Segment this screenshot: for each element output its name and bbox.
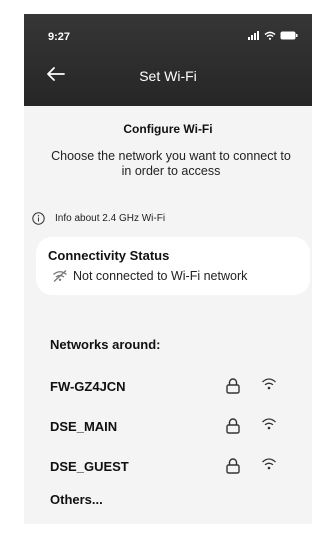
signal-icon (248, 31, 259, 40)
wifi-icon (262, 458, 276, 470)
connectivity-status: Not connected to Wi-Fi network (52, 269, 247, 283)
network-item[interactable]: DSE_GUEST (24, 452, 312, 482)
network-name: DSE_GUEST (50, 459, 129, 474)
network-name: DSE_MAIN (50, 419, 118, 434)
network-name: FW-GZ4JCN (50, 379, 126, 394)
lock-icon (226, 418, 240, 434)
wifi-icon (262, 418, 276, 430)
lock-icon (226, 378, 240, 394)
battery-icon (280, 31, 298, 40)
info-label: Info about 2.4 GHz Wi-Fi (55, 213, 166, 224)
wifi-off-icon (53, 270, 67, 282)
connectivity-card: Connectivity Status Not connected to Wi-… (36, 237, 310, 295)
status-time: 9:27 (48, 31, 71, 43)
info-icon (32, 212, 45, 225)
status-icons (248, 31, 298, 40)
configure-description: Choose the network you want to connect t… (34, 149, 308, 179)
page-title: Set Wi-Fi (139, 68, 197, 84)
networks-title: Networks around: (50, 337, 161, 352)
network-item[interactable]: FW-GZ4JCN (24, 372, 312, 402)
lock-icon (226, 458, 240, 474)
description-line-2: in order to access (121, 164, 221, 178)
others-link[interactable]: Others... (50, 492, 103, 507)
connectivity-title: Connectivity Status (48, 248, 170, 263)
wifi-icon (262, 378, 276, 390)
phone-screen: 9:27 Set Wi-Fi Configure Wi-Fi Choose th… (24, 14, 312, 524)
connectivity-status-text: Not connected to Wi-Fi network (73, 269, 248, 283)
info-link[interactable]: Info about 2.4 GHz Wi-Fi (32, 212, 165, 225)
network-item[interactable]: DSE_MAIN (24, 412, 312, 442)
description-line-1: Choose the network you want to connect t… (51, 149, 291, 163)
wifi-icon (264, 31, 276, 40)
app-header: 9:27 Set Wi-Fi (24, 14, 312, 106)
configure-title: Configure Wi-Fi (123, 122, 213, 136)
